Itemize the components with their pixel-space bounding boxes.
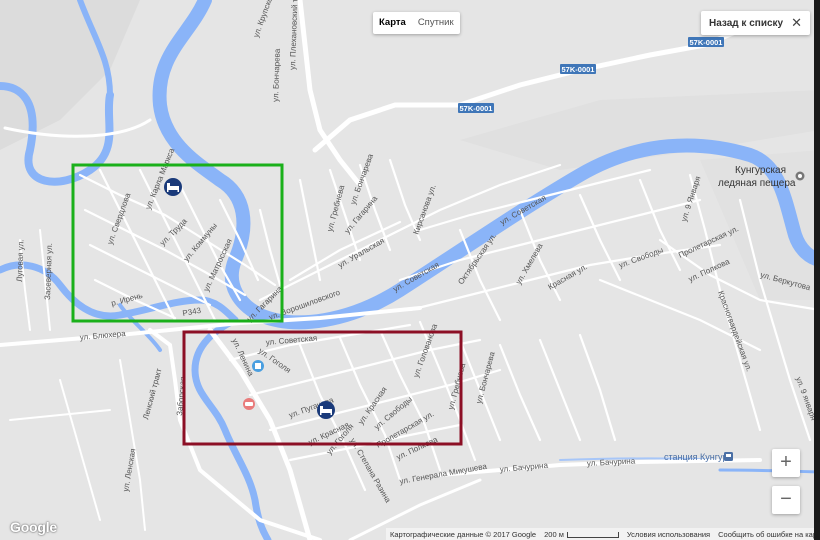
scale-bar: [566, 531, 619, 538]
highway-label: 57K-0001: [690, 38, 723, 47]
station-label: станция Кунгур: [664, 452, 727, 462]
street-label: ул. Бончарева: [271, 48, 282, 102]
hotel-marker-icon[interactable]: [164, 178, 182, 196]
scale-label: 200 м: [540, 530, 623, 539]
cave-label: ледяная пещера: [718, 178, 796, 189]
copyright-text: Картографические данные © 2017 Google: [390, 529, 537, 539]
street-label: Луговая ул.: [15, 239, 25, 282]
close-icon[interactable]: ✕: [791, 15, 802, 31]
map-canvas[interactable]: 57K-0001 57K-0001 57K-0001 ул. Крупской …: [0, 0, 820, 540]
map-layer: 57K-0001 57K-0001 57K-0001 ул. Крупской …: [0, 0, 820, 540]
map-type-control: Карта Спутник: [373, 12, 460, 34]
map-footer: Картографические данные © 2017 Google 20…: [386, 528, 820, 540]
zoom-out-button[interactable]: −: [772, 486, 800, 514]
terms-link[interactable]: Условия использования: [623, 530, 714, 539]
hotel-marker-icon[interactable]: [317, 401, 335, 419]
cave-label: Кунгурская: [735, 165, 786, 176]
museum-marker-icon[interactable]: [252, 360, 264, 372]
back-to-list-label: Назад к списку: [709, 17, 784, 29]
back-to-list-button[interactable]: Назад к списку ✕: [701, 11, 810, 35]
map-type-satellite-button[interactable]: Спутник: [412, 12, 460, 34]
map-type-map-button[interactable]: Карта: [373, 12, 412, 34]
window-frame: [814, 0, 820, 540]
report-error-link[interactable]: Сообщить об ошибке на карте: [714, 530, 820, 539]
highway-label: 57K-0001: [562, 65, 595, 74]
highway-label: 57K-0001: [460, 104, 493, 113]
car-marker-icon[interactable]: [243, 398, 255, 410]
zoom-in-button[interactable]: +: [772, 449, 800, 477]
google-logo: Google: [10, 519, 58, 535]
